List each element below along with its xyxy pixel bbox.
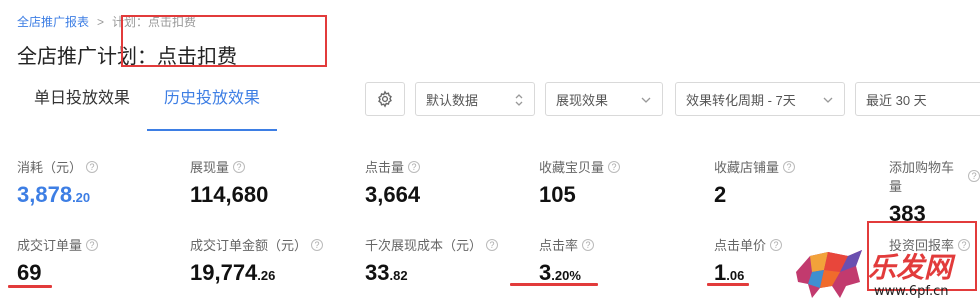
metric-label: 消耗（元） [17,160,83,175]
metric-value: 19,774 [190,260,258,285]
metric-value: 3,878 [17,182,73,207]
help-icon[interactable]: ? [608,160,621,173]
metric-add-to-cart: 添加购物车量? 383 [889,157,980,227]
metric-label: 点击单价 [714,238,767,253]
metric-item-favorites: 收藏宝贝量? 105 [539,157,621,208]
help-icon[interactable]: ? [86,160,99,173]
help-icon[interactable]: ? [783,160,796,173]
metric-orders: 成交订单量? 69 [17,235,99,286]
metric-label: 成交订单金额（元） [190,238,308,253]
metric-order-amount: 成交订单金额（元）? 19,774.26 [190,235,324,286]
metric-value-decimal: .82 [389,268,408,283]
help-icon[interactable]: ? [233,160,246,173]
metric-cost: 消耗（元）? 3,878.20 [17,157,99,208]
date-range-select-value: 最近 30 天 [866,92,927,108]
metric-value: 3 [539,260,552,285]
updown-arrow-icon [515,94,523,106]
metric-cpm: 千次展现成本（元）? 33.82 [365,235,499,286]
data-type-select-value: 默认数据 [426,92,479,108]
tab-daily-effect[interactable]: 单日投放效果 [17,76,147,131]
metric-label: 添加购物车量 [889,160,955,194]
metric-value-decimal: .20% [551,268,581,283]
conversion-period-select[interactable]: 效果转化周期 - 7天 [675,82,845,116]
metric-value: 114,680 [190,182,269,207]
metric-value: 3,664 [365,182,421,207]
help-icon[interactable]: ? [968,170,980,182]
metric-label: 收藏宝贝量 [539,160,605,175]
metric-label: 收藏店铺量 [714,160,780,175]
metric-cpc: 点击单价? 1.06 [714,235,783,286]
metric-value-decimal: .06 [726,268,745,283]
conversion-period-select-value: 效果转化周期 - 7天 [686,92,796,108]
metric-label: 展现量 [190,160,230,175]
breadcrumb-root-link[interactable]: 全店推广报表 [17,13,89,30]
metric-value: 105 [539,182,576,207]
metric-label: 点击量 [365,160,405,175]
bull-logo-icon [796,250,862,298]
metric-value: 1 [714,260,727,285]
effect-select-value: 展现效果 [556,92,609,108]
effect-select[interactable]: 展现效果 [545,82,663,116]
metric-value: 33 [365,260,390,285]
annotation-underline-ctr [510,283,598,286]
help-icon[interactable]: ? [408,160,421,173]
settings-button[interactable] [365,82,405,116]
breadcrumb-separator: > [97,14,105,29]
help-icon[interactable]: ? [311,238,324,251]
metric-value: 69 [17,260,42,285]
help-icon[interactable]: ? [582,238,595,251]
watermark-url: www.6pf.cn [874,284,949,299]
watermark-logo: 乐发网 www.6pf.cn [790,240,980,306]
metric-label: 点击率 [539,238,579,253]
metric-label: 千次展现成本（元） [365,238,483,253]
data-type-select[interactable]: 默认数据 [415,82,535,116]
chevron-down-icon [641,97,651,103]
watermark-text: 乐发网 [868,251,953,284]
gear-icon [378,90,392,108]
annotation-underline-orders [8,285,52,288]
metric-value-decimal: .20 [72,190,91,205]
help-icon[interactable]: ? [770,238,783,251]
metric-clicks: 点击量? 3,664 [365,157,420,208]
tab-bar: 单日投放效果 历史投放效果 [17,76,278,131]
chevron-down-icon [823,97,833,103]
tab-history-effect[interactable]: 历史投放效果 [147,76,278,131]
metric-impressions: 展现量? 114,680 [190,157,268,208]
date-range-select[interactable]: 最近 30 天 [855,82,980,116]
metric-value-decimal: .26 [257,268,276,283]
annotation-underline-cpc [707,283,749,286]
help-icon[interactable]: ? [86,238,99,251]
metric-shop-favorites: 收藏店铺量? 2 [714,157,796,208]
help-icon[interactable]: ? [486,238,499,251]
annotation-box-title [121,15,327,67]
metric-ctr: 点击率? 3.20% [539,235,595,286]
metric-label: 成交订单量 [17,238,83,253]
metric-value: 2 [714,182,727,207]
